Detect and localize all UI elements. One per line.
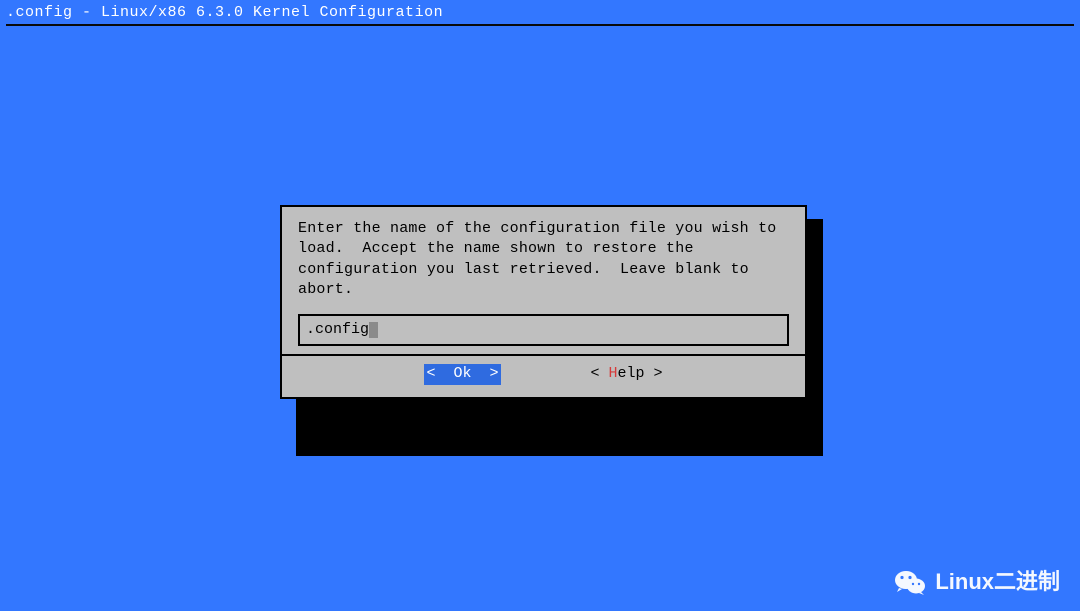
ok-button-open: < <box>426 365 453 382</box>
wechat-icon <box>895 569 925 595</box>
window-title: .config - Linux/x86 6.3.0 Kernel Configu… <box>6 3 1074 23</box>
ok-button[interactable]: < Ok > <box>424 364 500 384</box>
watermark-text: Linux二进制 <box>935 567 1060 597</box>
help-button-hotkey: H <box>609 365 618 382</box>
dialog-prompt: Enter the name of the configuration file… <box>298 219 789 300</box>
ok-button-rest: k > <box>462 365 498 382</box>
help-button-rest: elp > <box>618 365 663 382</box>
text-cursor <box>369 322 378 338</box>
menuconfig-screen: .config - Linux/x86 6.3.0 Kernel Configu… <box>0 0 1080 611</box>
filename-input-value: .config <box>306 321 369 338</box>
title-divider <box>6 24 1074 26</box>
help-button[interactable]: < Help > <box>591 364 663 384</box>
watermark: Linux二进制 <box>895 567 1060 597</box>
load-config-dialog: Enter the name of the configuration file… <box>280 205 807 399</box>
dialog-button-row: < Ok > < Help > <box>298 356 789 386</box>
help-button-open: < <box>591 365 609 382</box>
filename-input[interactable]: .config <box>298 314 789 346</box>
